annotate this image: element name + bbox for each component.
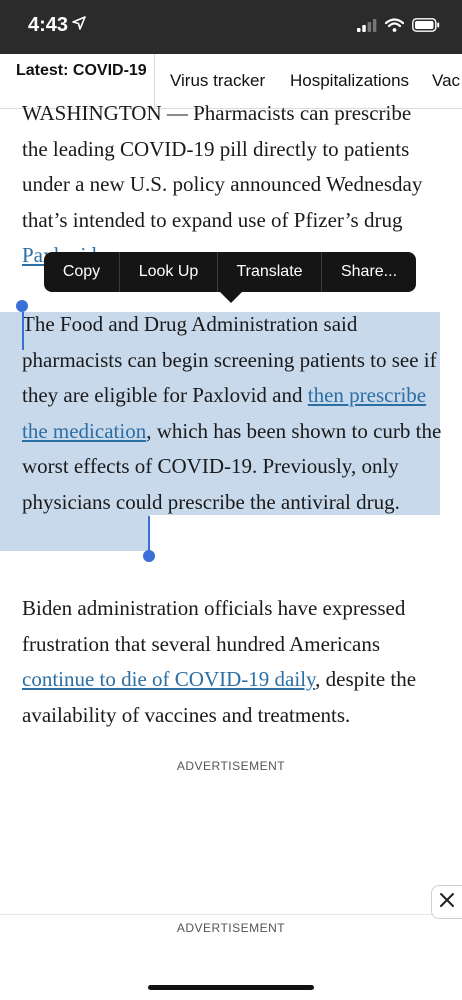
location-arrow-icon xyxy=(72,16,86,35)
close-icon xyxy=(439,892,455,913)
cellular-signal-icon xyxy=(357,18,377,37)
nav-item-vaccines[interactable]: Vac xyxy=(432,71,460,91)
home-indicator[interactable] xyxy=(148,985,314,990)
menu-item-look-up[interactable]: Look Up xyxy=(120,252,218,292)
divider xyxy=(0,914,462,915)
status-icons xyxy=(357,18,440,37)
selection-start-caret[interactable] xyxy=(22,312,24,350)
status-time: 4:43 xyxy=(28,14,69,36)
advertisement-label: ADVERTISEMENT xyxy=(176,759,286,773)
article-paragraph-2[interactable]: The Food and Drug Administration said ph… xyxy=(22,307,442,521)
selection-start-handle[interactable] xyxy=(16,300,28,312)
text-context-menu: Copy Look Up Translate Share... xyxy=(44,252,416,292)
menu-item-share[interactable]: Share... xyxy=(322,252,416,292)
advertisement-label: ADVERTISEMENT xyxy=(176,921,286,935)
close-ad-button[interactable] xyxy=(431,885,462,919)
selection-end-caret[interactable] xyxy=(148,516,150,554)
menu-item-copy[interactable]: Copy xyxy=(44,252,120,292)
wifi-icon xyxy=(384,18,405,37)
battery-icon xyxy=(412,18,440,37)
paragraph-text: Biden administration officials have expr… xyxy=(22,596,406,656)
menu-item-translate[interactable]: Translate xyxy=(218,252,322,292)
paragraph-text: WASHINGTON — Pharmacists can prescribe t… xyxy=(22,101,423,232)
nav-item-virus-tracker[interactable]: Virus tracker xyxy=(170,71,265,91)
status-bar: 4:43 xyxy=(0,0,462,54)
article-paragraph-3: Biden administration officials have expr… xyxy=(22,591,442,733)
article-paragraph-1: WASHINGTON — Pharmacists can prescribe t… xyxy=(22,96,442,274)
selection-end-handle[interactable] xyxy=(143,550,155,562)
covid-deaths-link[interactable]: continue to die of COVID-19 daily xyxy=(22,667,315,691)
context-menu-pointer xyxy=(220,292,242,303)
nav-item-hospitalizations[interactable]: Hospitalizations xyxy=(290,71,409,91)
